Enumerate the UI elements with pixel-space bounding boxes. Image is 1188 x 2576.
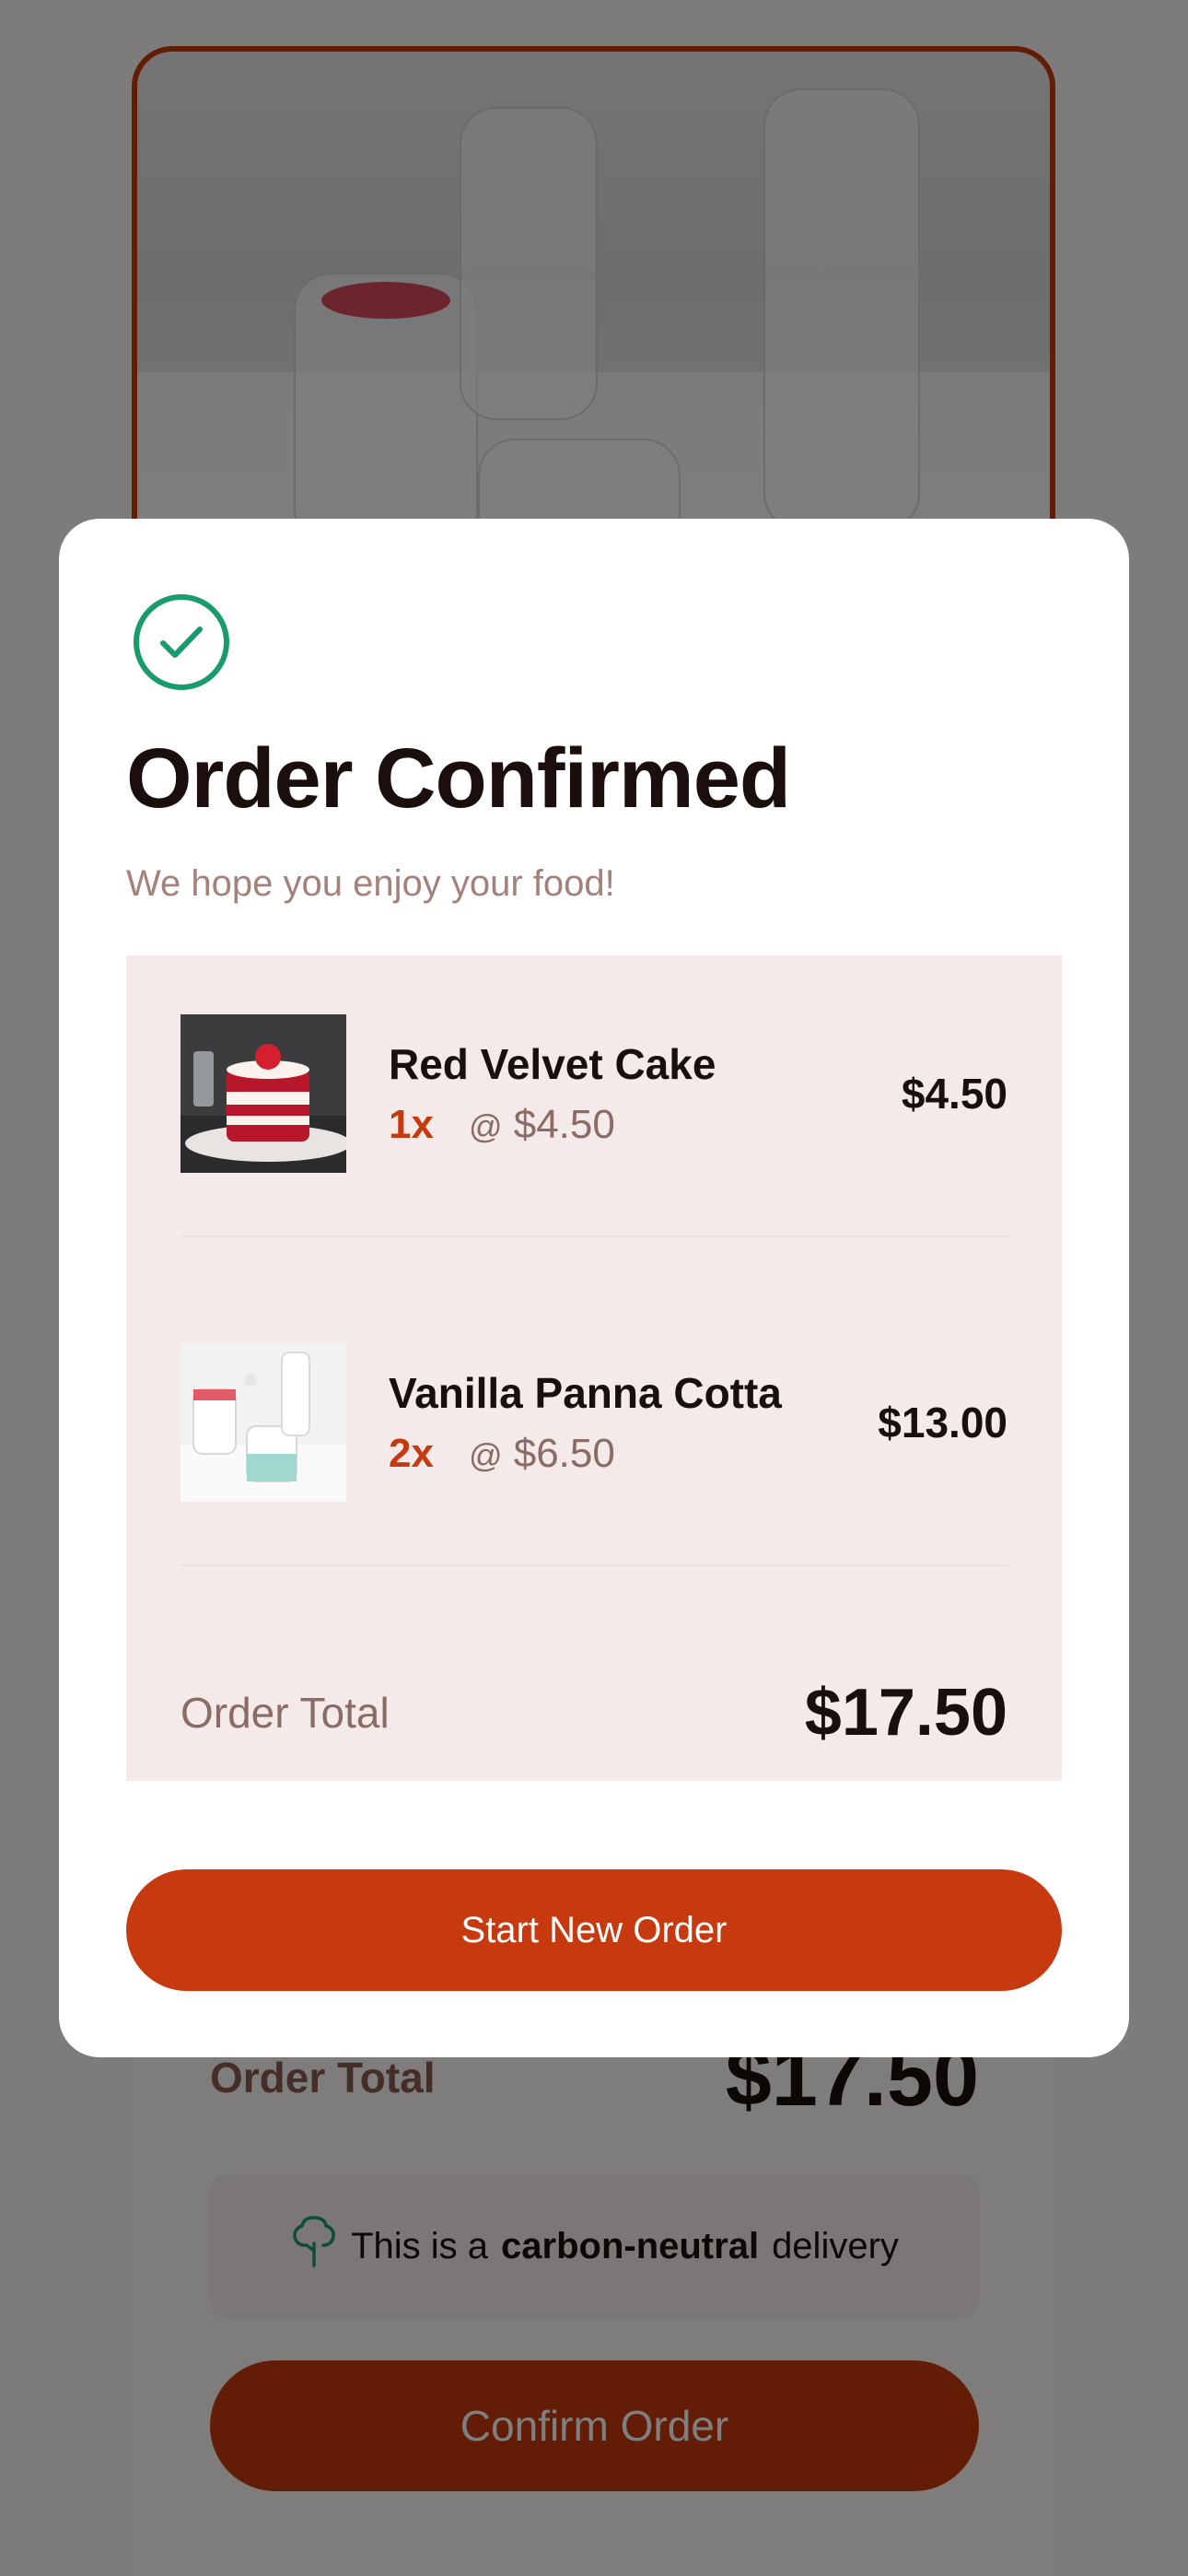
item-quantity: 1x: [389, 1102, 434, 1147]
red-velvet-cake-image: [181, 1014, 346, 1173]
order-total-value: $17.50: [804, 1676, 1007, 1750]
item-name: Vanilla Panna Cotta: [389, 1369, 782, 1417]
order-items-box: Red Velvet Cake 1x @ $4.50 $4.50 Vanilla…: [126, 955, 1062, 1781]
item-unit-price: $6.50: [513, 1431, 615, 1476]
start-new-order-button[interactable]: Start New Order: [126, 1869, 1062, 1991]
item-unit-price: $4.50: [513, 1102, 615, 1147]
item-price: $13.00: [878, 1399, 1007, 1446]
list-item: Red Velvet Cake 1x @ $4.50 $4.50: [181, 955, 1007, 1232]
order-total-row: Order Total $17.50: [181, 1676, 1007, 1750]
order-total-label: Order Total: [181, 1689, 390, 1737]
item-price: $4.50: [901, 1070, 1007, 1118]
modal-subtitle: We hope you enjoy your food!: [126, 863, 615, 904]
item-name: Red Velvet Cake: [389, 1040, 716, 1088]
modal-title: Order Confirmed: [126, 732, 791, 825]
divider: [181, 1235, 1007, 1237]
at-symbol: @: [468, 1107, 503, 1145]
check-circle-icon: [132, 592, 231, 692]
divider: [181, 1564, 1007, 1566]
list-item: Vanilla Panna Cotta 2x @ $6.50 $13.00: [181, 1284, 1007, 1561]
item-quantity: 2x: [389, 1431, 434, 1476]
at-symbol: @: [468, 1436, 503, 1474]
panna-cotta-image: [181, 1343, 346, 1502]
order-confirmed-modal: Order Confirmed We hope you enjoy your f…: [59, 519, 1129, 2057]
